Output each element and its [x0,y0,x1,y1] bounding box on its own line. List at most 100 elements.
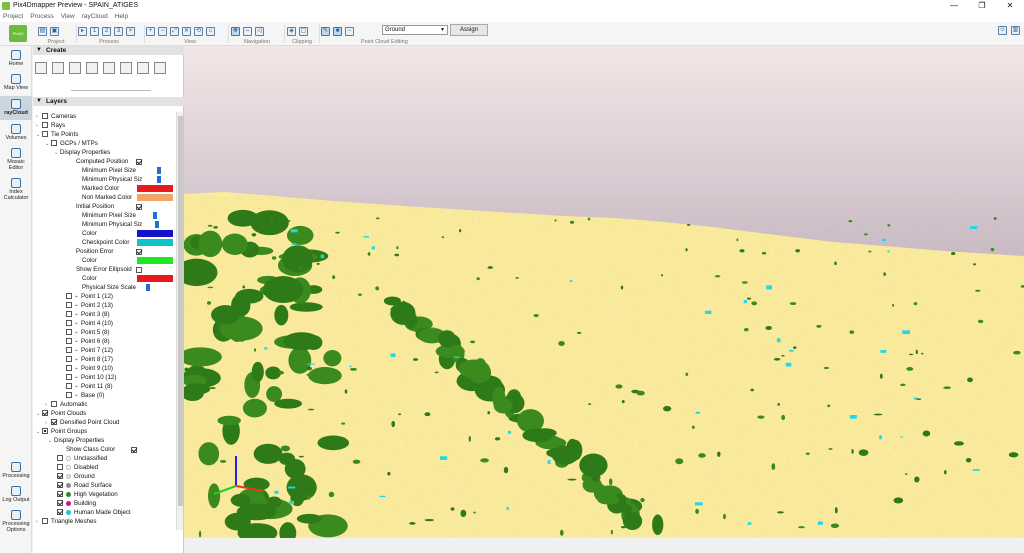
computed-position-checkbox[interactable] [136,159,142,165]
checkbox[interactable] [42,122,48,129]
position-error-checkbox[interactable] [136,249,142,255]
checkbox[interactable] [42,410,48,417]
show-ellipsoid-checkbox[interactable] [136,267,142,273]
create-video-icon[interactable] [120,62,132,74]
class-item[interactable]: Building [57,499,96,508]
checkbox[interactable] [57,482,63,489]
checkbox[interactable] [51,140,57,147]
layer-rays[interactable]: › Rays [36,121,65,130]
minimize-button[interactable]: — [940,0,968,11]
class-item[interactable]: Ground [57,472,95,481]
layer-point-clouds[interactable]: ⌄ Point Clouds [36,409,86,418]
edit-pencil-icon[interactable]: ✎ [321,26,330,36]
create-polyline-icon[interactable] [52,62,64,74]
layer-gcps[interactable]: ⌄ GCPs / MTPs [45,139,98,148]
menu-view[interactable]: View [61,13,75,20]
layer-point-groups[interactable]: ⌄ Point Groups [36,427,87,436]
gcp-point-item[interactable]: ⌖ Point 7 (12) [66,346,113,355]
gcp-point-item[interactable]: ⌖ Point 3 (8) [66,310,110,319]
pos-error-color-swatch[interactable] [137,257,173,264]
checkbox[interactable] [57,509,63,516]
clip-box-icon[interactable]: ◈ [287,26,296,36]
select-points-icon[interactable]: ■ [333,26,342,36]
create-header[interactable]: ▼ Create [33,46,184,55]
sidebar-item-home[interactable]: Home [0,50,32,67]
gcp-point-item[interactable]: ⌖ Base (0) [66,391,104,400]
initial-color-swatch[interactable] [137,230,173,237]
checkbox[interactable] [66,374,72,381]
close-button[interactable]: ✕ [996,0,1024,11]
checkbox[interactable] [57,500,63,507]
sidebar-item-map-view[interactable]: Map View [0,74,32,91]
open-project-icon[interactable]: ▤ [38,26,47,36]
maximize-button[interactable]: ❐ [968,0,996,11]
deselect-icon[interactable]: − [345,26,354,36]
class-select[interactable]: Ground ▼ [382,25,448,35]
create-measure-icon[interactable] [137,62,149,74]
checkbox[interactable] [51,419,57,426]
assign-button[interactable]: Assign [450,24,488,36]
checkbox[interactable] [42,428,48,435]
navigate-icon[interactable]: ✥ [231,26,240,36]
layer-automatic[interactable]: › Automatic [45,400,88,409]
layers-scrollbar[interactable] [176,112,183,530]
slider[interactable] [153,212,158,219]
gcp-point-item[interactable]: ⌖ Point 6 (8) [66,337,110,346]
sidebar-item-volumes[interactable]: Volumes [0,124,32,141]
cancel-icon[interactable]: × [126,26,135,36]
display-properties[interactable]: ⌄ Display Properties [54,148,110,157]
slider[interactable] [156,167,161,174]
create-point-icon[interactable] [35,62,47,74]
menu-process[interactable]: Process [30,13,53,20]
slider[interactable] [146,284,150,291]
checkbox[interactable] [66,392,72,399]
class-item[interactable]: Road Surface [57,481,112,490]
clip-cube-icon[interactable]: ▢ [299,26,308,36]
checkbox[interactable] [57,473,63,480]
checkbox[interactable] [66,356,72,363]
slider[interactable] [156,176,161,183]
checkbox[interactable] [57,491,63,498]
gcp-point-item[interactable]: ⌖ Point 4 (10) [66,319,113,328]
sidebar-item-mosaic-editor[interactable]: Mosaic Editor [0,148,32,171]
class-item[interactable]: Human Made Object [57,508,131,517]
save-project-icon[interactable]: ▣ [50,26,59,36]
menu-project[interactable]: Project [3,13,23,20]
raycloud-3d-view[interactable] [184,46,1024,538]
gcp-point-item[interactable]: ⌖ Point 10 (12) [66,373,116,382]
zoom-all-icon[interactable]: ⤢ [170,26,179,36]
sidebar-item-log-output[interactable]: Log Output [0,486,32,503]
class-item[interactable]: High Vegetation [57,490,118,499]
panel-splitter[interactable] [71,90,151,92]
menu-raycloud[interactable]: rayCloud [82,13,108,20]
gcp-point-item[interactable]: ⌖ Point 11 (8) [66,382,113,391]
gcp-point-item[interactable]: ⌖ Point 1 (12) [66,292,113,301]
user-account-icon[interactable]: ☺ [998,26,1007,35]
display-properties[interactable]: ⌄ Display Properties [48,436,104,445]
checkbox[interactable] [66,311,72,318]
layer-triangle-meshes[interactable]: › Triangle Meshes [36,517,97,526]
initial-position-checkbox[interactable] [136,204,142,210]
gcp-point-item[interactable]: ⌖ Point 5 (8) [66,328,110,337]
point-cloud-scene[interactable] [184,46,1024,538]
slider[interactable] [155,221,159,228]
sidebar-item-processing-options[interactable]: Processing Options [0,510,32,533]
gcp-point-item[interactable]: ⌖ Point 8 (17) [66,355,113,364]
create-volume-icon[interactable] [86,62,98,74]
pan-icon[interactable]: ⇔ [243,26,252,36]
home-view-icon[interactable]: ⌂ [206,26,215,36]
orbit-icon[interactable]: ◁ [255,26,264,36]
checkbox[interactable] [66,293,72,300]
class-item[interactable]: Disabled [57,463,98,472]
create-camera-icon[interactable] [103,62,115,74]
checkbox[interactable] [66,365,72,372]
checkbox[interactable] [42,518,48,525]
layers-header[interactable]: ▼ Layers [33,97,184,106]
gcp-point-item[interactable]: ⌖ Point 2 (13) [66,301,113,310]
layer-tie-points[interactable]: ⌄ Tie Points [36,130,78,139]
checkbox[interactable] [42,113,48,120]
gcp-point-item[interactable]: ⌖ Point 9 (10) [66,364,113,373]
step2-icon[interactable]: 2 [102,26,111,36]
marked-color-swatch[interactable] [137,185,173,192]
show-class-color-checkbox[interactable] [131,447,137,453]
